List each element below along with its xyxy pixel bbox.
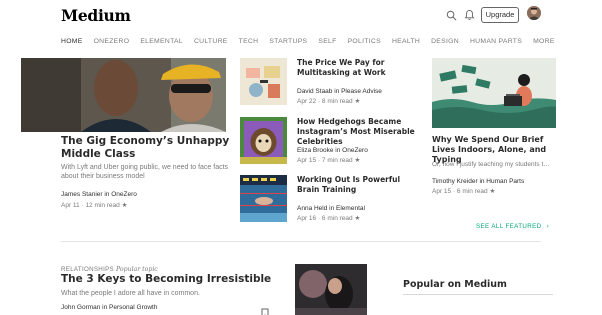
article-thumbnail[interactable] [240, 117, 287, 164]
upgrade-button[interactable]: Upgrade [481, 7, 519, 23]
search-icon[interactable] [444, 8, 458, 22]
nav-design[interactable]: DESIGN [431, 37, 459, 49]
article-meta: Apr 16 · 6 min read ★ [297, 215, 361, 222]
featured-title[interactable]: The Gig Economy’s Unhappy Middle Class [61, 135, 231, 161]
article-meta: Apr 22 · 8 min read ★ [297, 98, 361, 105]
article-title[interactable]: How Hedgehogs Became Instagram’s Most Mi… [297, 117, 417, 147]
list-item[interactable]: Working Out Is Powerful Brain Training A… [240, 175, 415, 225]
nav-human-parts[interactable]: HUMAN PARTS [470, 37, 522, 49]
nav-tech[interactable]: TECH [239, 37, 259, 49]
nav-more[interactable]: MORE [533, 37, 555, 49]
list-item[interactable]: How Hedgehogs Became Instagram’s Most Mi… [240, 117, 415, 167]
nav-politics[interactable]: POLITICS [348, 37, 381, 49]
topic-kicker: RELATIONSHIPS Popular topic [61, 266, 158, 273]
nav-elemental[interactable]: ELEMENTAL [140, 37, 183, 49]
topic-nav: HOME ONEZERO ELEMENTAL CULTURE TECH STAR… [61, 37, 566, 49]
list-item[interactable]: The Price We Pay for Multitasking at Wor… [240, 58, 415, 108]
see-all-featured-link[interactable]: SEE ALL FEATURED › [476, 223, 549, 230]
nav-onezero[interactable]: ONEZERO [94, 37, 130, 49]
article-subtitle[interactable]: What the people I adore all have in comm… [61, 290, 200, 297]
popular-divider [403, 294, 553, 295]
featured-right-image[interactable] [432, 58, 556, 128]
popular-topic-tag: Popular topic [115, 266, 158, 273]
article-title[interactable]: The 3 Keys to Becoming Irresistible [61, 273, 271, 285]
featured-image[interactable] [21, 58, 226, 132]
topic-label[interactable]: RELATIONSHIPS [61, 266, 114, 273]
nav-home[interactable]: HOME [61, 37, 83, 49]
article-author[interactable]: Anna Held in Elemental [297, 205, 365, 212]
article-thumbnail[interactable] [240, 58, 287, 105]
bell-icon[interactable] [462, 8, 476, 22]
article-author[interactable]: Eliza Brooke in OneZero [297, 147, 368, 154]
chevron-right-icon: › [546, 223, 550, 230]
featured-right-meta: Apr 15 · 6 min read ★ [432, 188, 496, 195]
article-thumbnail[interactable] [240, 175, 287, 222]
article-author[interactable]: David Staab in Please Advise [297, 88, 382, 95]
nav-culture[interactable]: CULTURE [194, 37, 228, 49]
article-meta: Apr 15 · 7 min read ★ [297, 157, 361, 164]
article-title[interactable]: Working Out Is Powerful Brain Training [297, 175, 417, 195]
section-divider [61, 241, 541, 242]
avatar[interactable] [527, 6, 541, 20]
featured-right-subtitle[interactable]: Or, how I justify teaching my students t… [432, 161, 562, 168]
see-all-label: SEE ALL FEATURED [476, 223, 542, 230]
featured-right-author[interactable]: Timothy Kreider in Human Parts [432, 178, 524, 185]
nav-self[interactable]: SELF [318, 37, 336, 49]
popular-heading: Popular on Medium [403, 279, 507, 290]
article-author[interactable]: John Gorman in Personal Growth [61, 304, 157, 311]
nav-health[interactable]: HEALTH [392, 37, 420, 49]
more-icon[interactable] [274, 307, 284, 315]
bookmark-icon[interactable] [261, 305, 269, 315]
featured-meta: Apr 11 · 12 min read ★ [61, 202, 128, 209]
featured-author[interactable]: James Stanier in OneZero [61, 191, 137, 198]
article-thumbnail[interactable] [295, 264, 367, 315]
nav-startups[interactable]: STARTUPS [269, 37, 307, 49]
top-bar: Medium Upgrade [0, 0, 602, 30]
article-title[interactable]: The Price We Pay for Multitasking at Wor… [297, 58, 417, 78]
featured-subtitle[interactable]: With Lyft and Uber going public, we need… [61, 163, 231, 181]
medium-logo[interactable]: Medium [61, 6, 131, 25]
